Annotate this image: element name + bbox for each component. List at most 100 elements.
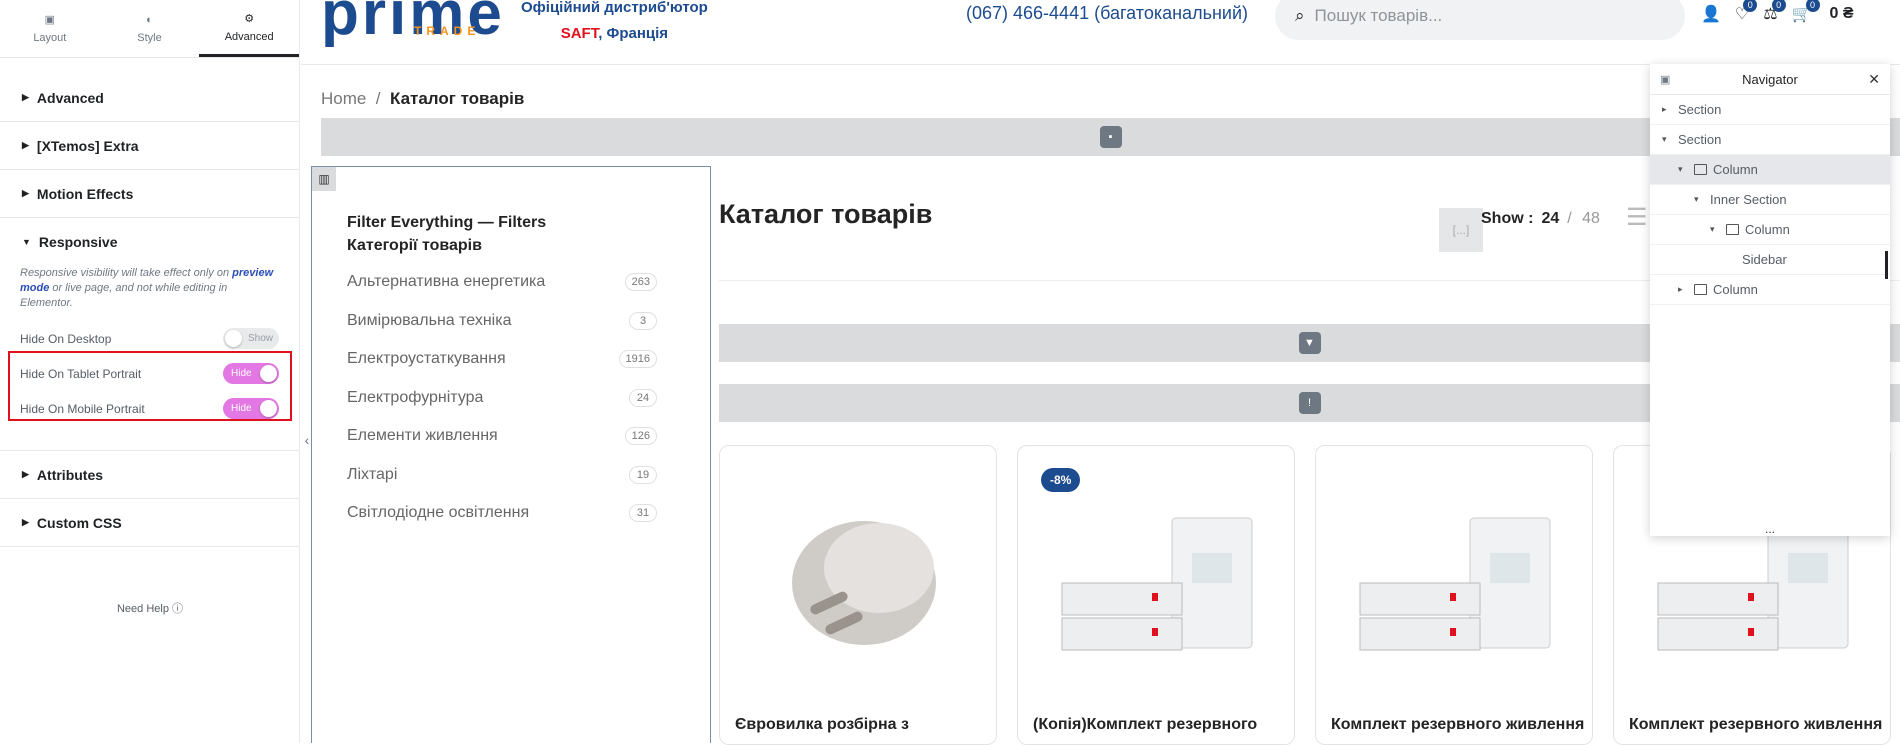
layout-icon: ▣ [44,14,56,26]
toggle-text: Show [247,333,273,344]
navigator-item[interactable]: ▸ Section [1650,95,1890,125]
toggle-knob [225,330,242,347]
category-count: 1916 [618,350,657,368]
compare-button[interactable]: ⚖ 0 [1763,0,1786,24]
category-item[interactable]: Ліхтарі 19 [347,465,657,505]
product-card[interactable]: -8% (Копія)Комплект резервного [1017,445,1295,745]
navigator-item[interactable]: ▾ Column [1650,215,1890,245]
column-handle-icon[interactable]: ▥ [312,167,336,191]
resize-handle[interactable]: ... [1650,522,1890,536]
gear-icon: ⚙ [244,12,255,25]
scrollbar[interactable] [1885,251,1888,279]
phone-link[interactable]: (067) 466-4441 (багатоканальний) [966,3,1248,24]
cart-button[interactable]: 🛒 0 [1792,0,1820,24]
toggle-caret-icon[interactable]: ▾ [1710,224,1720,235]
toggle-caret-icon[interactable]: ▸ [1678,284,1688,295]
product-card[interactable]: Євровилка розбірна з [719,445,997,745]
category-item[interactable]: Альтернативна енергетика 263 [347,273,657,312]
category-count: 24 [629,388,657,407]
user-icon[interactable]: 👤 [1701,4,1721,24]
contrast-icon: ◐ [146,13,153,26]
wishlist-button[interactable]: ♡ 0 [1735,0,1758,24]
section-label: Attributes [36,466,104,483]
cart-total: 0 ₴ [1829,5,1854,22]
category-count: 126 [624,427,657,445]
product-title[interactable]: Євровилка розбірна з [735,716,909,734]
category-count: 31 [629,504,657,522]
navigator-header: ▣ Navigator ✕ [1650,64,1890,95]
product-title[interactable]: Комплект резервного живлення [1629,716,1882,734]
category-name: Альтернативна енергетика [347,273,546,290]
toggle-caret-icon[interactable]: ▾ [1678,164,1688,175]
filter-widget-title: Filter Everything — Filters [347,214,547,231]
section-label: Advanced [36,89,104,106]
search-icon: ⌕ [1295,6,1305,25]
section-label: Motion Effects [36,185,134,202]
logo-subtitle: TRADE [414,24,481,38]
show-48-link[interactable]: 48 [1582,210,1600,227]
product-title[interactable]: Комплект резервного живлення [1331,716,1584,734]
column-icon [1726,224,1739,235]
toggle-caret-icon[interactable]: ▾ [1662,134,1672,145]
section-motion-effects[interactable]: ▶ Motion Effects [0,170,299,218]
section-custom-css[interactable]: ▶ Custom CSS [0,499,299,547]
need-help-link[interactable]: Need Help ⓘ [0,600,300,616]
toggle-caret-icon[interactable]: ▾ [1694,194,1704,205]
section-attributes[interactable]: ▶ Attributes [0,451,299,499]
category-item[interactable]: Вимірювальна техніка 3 [347,311,657,351]
dropdown-icon[interactable]: ▣ [1660,73,1670,86]
filter-title: Filter Everything — Filters Категорії тов… [347,211,546,257]
sidebar-column[interactable]: ▥ Filter Everything — Filters Категорії т… [311,166,711,743]
search-input[interactable]: ⌕ Пошук товарів... [1275,0,1685,40]
preview-link[interactable]: preview [232,267,273,279]
list-view-icon[interactable]: ☰ [1626,203,1648,232]
section-advanced[interactable]: ▶ Advanced [0,74,299,122]
navigator-title: Navigator [1742,71,1798,87]
section-responsive[interactable]: ▼ Responsive [0,218,299,266]
product-image[interactable] [735,460,983,705]
caret-right-icon: ▶ [22,140,29,150]
navigator-item[interactable]: ▾ Inner Section [1650,185,1890,215]
product-title[interactable]: (Копія)Комплект резервного [1033,716,1257,734]
navigator-item[interactable]: ▾ Section [1650,125,1890,155]
tab-style[interactable]: ◐ Style [100,0,200,57]
category-item[interactable]: Світлодіодне освітлення 31 [347,504,657,543]
category-name: Ліхтарі [347,465,398,483]
close-icon[interactable]: ✕ [1868,71,1880,88]
breadcrumb-home[interactable]: Home [321,89,366,108]
product-image[interactable] [1331,460,1579,705]
navigator-item-label: Column [1745,222,1790,237]
tab-advanced[interactable]: ⚙ Advanced [199,0,300,57]
note-text: or live page, and not while editing in E… [20,282,228,309]
navigator-panel: ▣ Navigator ✕ ▸ Section ▾ Section ▾ Column ▾ Inne… [1650,64,1890,536]
help-label: Need Help [116,603,169,615]
category-item[interactable]: Електроустаткування 1916 [347,350,657,389]
mode-link[interactable]: mode [20,282,49,294]
control-label: Hide On Desktop [20,331,112,346]
navigator-item[interactable]: ▾ Column [1650,155,1890,185]
hide-desktop-toggle[interactable]: Show [223,328,279,349]
caret-right-icon: ▶ [22,517,29,527]
section-label: Responsive [38,234,118,250]
column-icon [1694,164,1707,175]
tab-layout[interactable]: ▣ Layout [0,0,100,57]
navigator-item[interactable]: Sidebar [1650,245,1890,275]
category-list: Альтернативна енергетика 263 Вимірювальна … [347,273,657,543]
navigator-item-label: Section [1678,102,1722,117]
toggle-caret-icon[interactable]: ▸ [1662,104,1672,115]
sale-badge: -8% [1041,468,1081,492]
product-card[interactable]: Комплект резервного живлення [1315,445,1593,745]
show-label: Show : [1481,210,1534,227]
saft-label: SAFT [560,25,599,42]
navigator-item[interactable]: ▸ Column [1650,275,1890,305]
category-count: 3 [629,311,657,330]
category-item[interactable]: Елементи живлення 126 [347,427,657,466]
product-image[interactable]: -8% [1033,460,1281,705]
section-xtemos-extra[interactable]: ▶ [XTemos] Extra [0,122,299,170]
tab-label: Style [137,31,162,44]
category-item[interactable]: Електрофурнітура 24 [347,388,657,428]
navigator-item-label: Section [1678,132,1722,147]
caret-right-icon: ▶ [22,188,29,198]
navigator-item-label: Column [1713,162,1758,177]
show-24-link[interactable]: 24 [1541,210,1559,227]
